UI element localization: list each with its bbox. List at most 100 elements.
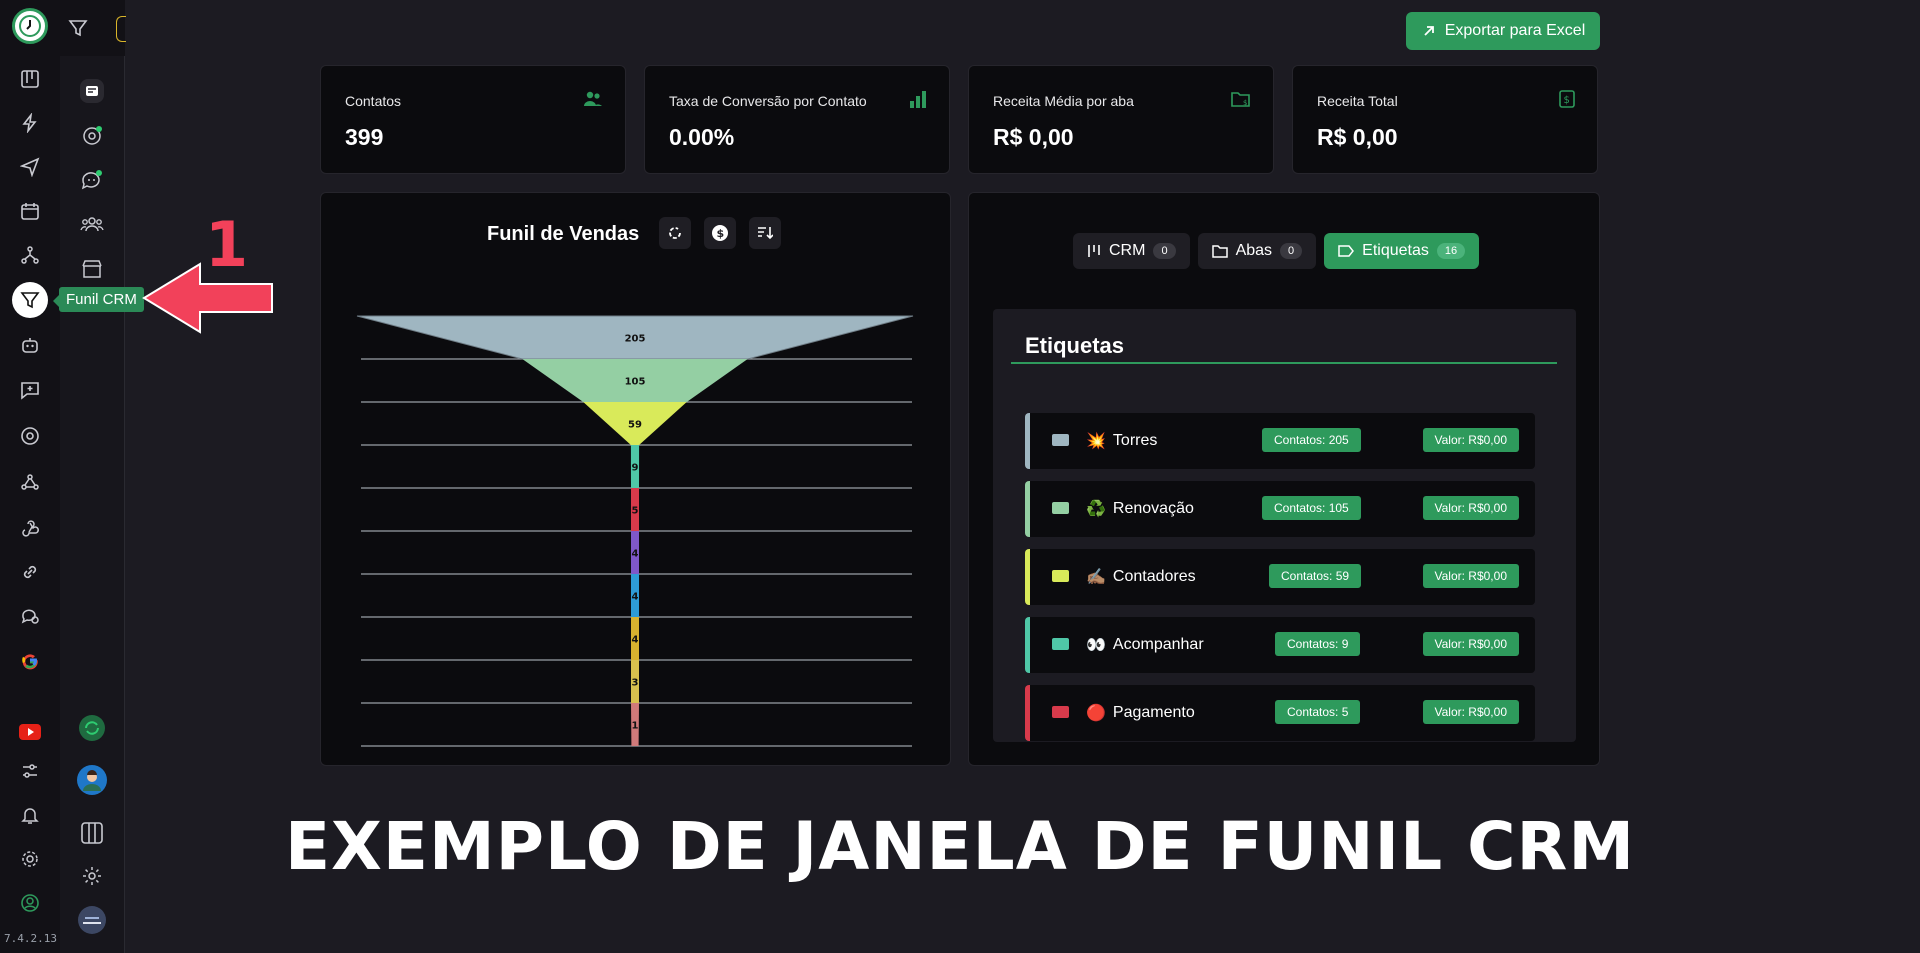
tag-name: 💥 Torres (1086, 431, 1157, 451)
value-badge: Valor: R$0,00 (1422, 700, 1519, 724)
value-badge: Valor: R$0,00 (1422, 632, 1519, 656)
tag-color-icon (1052, 706, 1069, 718)
svg-text:$: $ (1243, 99, 1247, 107)
details-panel: CRM 0 Abas 0 Etiquetas 16 Etiquetas 💥 Tor… (968, 192, 1600, 766)
funnel-value-label: 4 (632, 592, 639, 603)
store-icon[interactable] (76, 253, 108, 285)
banner-caption: EXEMPLO DE JANELA DE FUNIL CRM (284, 808, 1636, 885)
tab-count: 0 (1153, 243, 1176, 259)
stat-label: Receita Total (1317, 93, 1398, 109)
folder-icon (1211, 245, 1228, 258)
network-icon[interactable] (14, 466, 46, 498)
tag-name: ✍🏽 Contadores (1086, 567, 1196, 587)
tag-color-icon (1052, 570, 1069, 582)
stat-card-receita-total: Receita Total R$ 0,00 $ (1292, 65, 1598, 174)
stat-value: R$ 0,00 (1317, 124, 1398, 150)
google-icon[interactable] (14, 644, 46, 676)
user-avatar[interactable] (76, 764, 108, 796)
app-version: 7.4.2.13 (4, 932, 57, 945)
tag-emoji: 🔴 (1086, 705, 1106, 722)
tab-count: 0 (1280, 243, 1303, 259)
tab-abas[interactable]: Abas 0 (1197, 233, 1317, 269)
app-logo-clock-icon[interactable] (12, 8, 48, 44)
funnel-value-label: 3 (632, 678, 639, 689)
funnel-value-label: 4 (632, 549, 639, 560)
kanban-icon[interactable] (14, 63, 46, 95)
funnel-value-label: 205 (625, 334, 646, 345)
funnel-value-label: 9 (632, 463, 639, 474)
calendar-icon[interactable] (14, 195, 46, 227)
sliders-icon[interactable] (14, 755, 46, 787)
svg-text:$: $ (1564, 95, 1570, 106)
tab-count: 16 (1436, 243, 1466, 259)
account-icon[interactable] (14, 887, 46, 919)
tab-crm[interactable]: CRM 0 (1073, 233, 1190, 269)
contacts-badge: Contatos: 5 (1275, 700, 1361, 724)
stat-value: 399 (345, 124, 384, 150)
funil-crm-tooltip: Funil CRM (53, 287, 144, 312)
message-plus-icon[interactable] (14, 374, 46, 406)
etiquetas-section: Etiquetas 💥 Torres Contatos: 205 Valor: R$0… (993, 309, 1576, 742)
circle-sync-icon[interactable] (14, 420, 46, 452)
funnel-panel: Funil de Vendas $ 205 105 59 9 5 4 4 4 3 1 (320, 192, 951, 766)
value-badge: Valor: R$0,00 (1422, 564, 1519, 588)
tag-icon (1338, 245, 1355, 257)
view-tabs: CRM 0 Abas 0 Etiquetas 16 (1073, 233, 1480, 269)
flow-icon[interactable] (14, 239, 46, 271)
stat-label: Taxa de Conversão por Contato (669, 93, 867, 109)
contacts-badge: Contatos: 59 (1269, 564, 1362, 588)
chat-bubbles-icon[interactable] (14, 600, 46, 632)
tag-row[interactable]: 💥 Torres Contatos: 205 Valor: R$0,00 (1025, 413, 1535, 469)
tag-emoji: 👀 (1086, 637, 1106, 654)
funnel-icon[interactable] (12, 282, 48, 318)
stat-card-receita-media: Receita Média por aba R$ 0,00 $ (968, 65, 1274, 174)
team-icon[interactable] (76, 208, 108, 240)
target-icon[interactable] (76, 120, 108, 152)
contacts-badge: Contatos: 105 (1262, 496, 1361, 520)
stat-label: Contatos (345, 93, 402, 109)
chat-bot-icon[interactable] (76, 164, 108, 196)
tag-name: 🔴 Pagamento (1086, 703, 1195, 723)
send-icon[interactable] (14, 151, 46, 183)
warning-badge[interactable] (116, 16, 126, 42)
brand-avatar[interactable] (76, 904, 108, 936)
tag-label: Torres (1112, 432, 1158, 449)
tag-label: Contadores (1112, 568, 1196, 585)
money-icon: $ (1559, 90, 1575, 108)
contacts-badge: Contatos: 205 (1262, 428, 1361, 452)
tag-label: Renovação (1112, 500, 1194, 517)
users-icon (584, 91, 602, 106)
lightning-icon[interactable] (14, 107, 46, 139)
funnel-value-label: 4 (632, 635, 639, 646)
tag-row[interactable]: 🔴 Pagamento Contatos: 5 Valor: R$0,00 (1025, 685, 1535, 741)
inbox-icon[interactable] (76, 75, 108, 107)
stat-card-contatos: Contatos 399 (320, 65, 626, 174)
contacts-badge: Contatos: 9 (1275, 632, 1361, 656)
tag-row[interactable]: ♻️ Renovação Contatos: 105 Valor: R$0,00 (1025, 481, 1535, 537)
tab-label: Abas (1235, 242, 1273, 259)
export-excel-button[interactable]: Exportar para Excel (1406, 12, 1600, 50)
etiquetas-title: Etiquetas (1025, 333, 1125, 358)
youtube-icon[interactable] (14, 716, 46, 748)
tag-name: 👀 Acompanhar (1086, 635, 1204, 655)
filter-icon[interactable] (62, 12, 94, 44)
link-icon[interactable] (14, 556, 46, 588)
bot-icon[interactable] (14, 329, 46, 361)
tab-label: Etiquetas (1362, 242, 1429, 259)
sync-app-icon[interactable] (76, 712, 108, 744)
title-underline (1011, 362, 1557, 364)
tag-color-icon (1052, 502, 1069, 514)
value-badge: Valor: R$0,00 (1422, 496, 1519, 520)
tag-name: ♻️ Renovação (1086, 499, 1194, 519)
funnel-value-label: 105 (625, 377, 646, 388)
tag-row[interactable]: 👀 Acompanhar Contatos: 9 Valor: R$0,00 (1025, 617, 1535, 673)
webhook-icon[interactable] (14, 511, 46, 543)
export-label: Exportar para Excel (1444, 22, 1586, 39)
tag-row[interactable]: ✍🏽 Contadores Contatos: 59 Valor: R$0,00 (1025, 549, 1535, 605)
tab-etiquetas[interactable]: Etiquetas 16 (1324, 233, 1480, 269)
tag-color-icon (1052, 434, 1069, 446)
step-number-annotation: 1 (205, 208, 249, 281)
stat-label: Receita Média por aba (993, 93, 1134, 109)
funnel-value-label: 59 (628, 420, 642, 431)
tag-emoji: ✍🏽 (1086, 569, 1106, 586)
